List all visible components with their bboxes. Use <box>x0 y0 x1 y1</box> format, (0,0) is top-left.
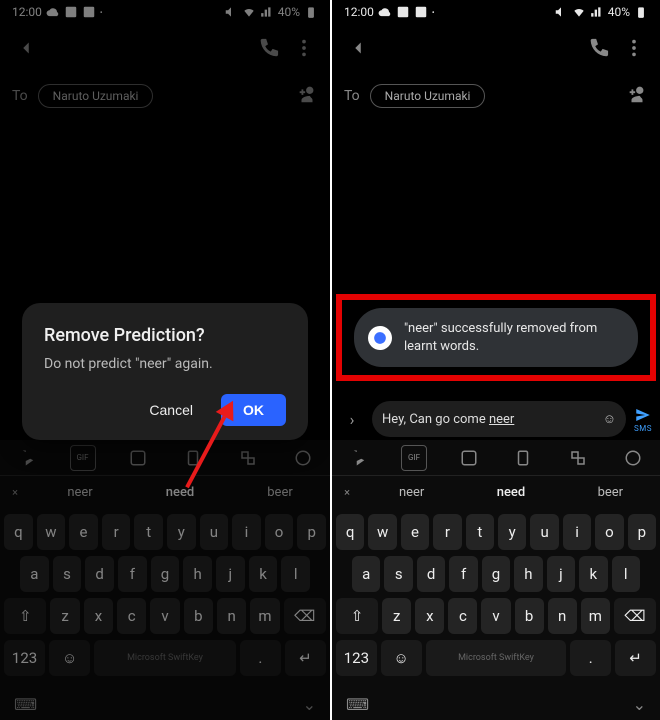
swiftkey-app-icon <box>368 326 392 350</box>
recipient-row: To Naruto Uzumaki <box>332 72 660 120</box>
compose-row: › Hey, Can go come neer ☺ SMS <box>332 398 660 440</box>
send-button[interactable]: SMS <box>634 406 652 433</box>
shift-key[interactable]: ⇧ <box>336 598 378 634</box>
key-e[interactable]: e <box>401 514 429 550</box>
annotation-highlight-box: "neer" successfully removed from learnt … <box>336 294 656 381</box>
cloud-icon <box>378 5 392 19</box>
keyboard-collapse-icon[interactable]: ⌄ <box>633 695 646 714</box>
emoji-key[interactable]: ☺ <box>381 640 422 676</box>
dialog-scrim[interactable]: Remove Prediction? Do not predict "neer"… <box>0 0 330 720</box>
space-key[interactable]: Microsoft SwiftKey <box>426 640 567 676</box>
add-recipient-button[interactable] <box>626 83 648 109</box>
image-icon <box>396 5 410 19</box>
snackbar-toast: "neer" successfully removed from learnt … <box>354 308 638 367</box>
wifi-icon <box>572 5 586 19</box>
call-button[interactable] <box>580 30 616 66</box>
battery-icon <box>634 5 648 19</box>
key-y[interactable]: y <box>498 514 526 550</box>
keyboard-switch-icon[interactable]: ⌨ <box>346 695 369 714</box>
info-button[interactable] <box>620 445 646 471</box>
right-phone-screen: 12:00 • 40% To Naruto Uzumaki "neer" <box>330 0 660 720</box>
key-s[interactable]: s <box>384 556 412 592</box>
emoji-button[interactable]: ☺ <box>603 411 616 427</box>
enter-key[interactable]: ↵ <box>615 640 656 676</box>
suggestion-3[interactable]: beer <box>561 485 660 500</box>
suggestion-2[interactable]: need <box>461 485 560 500</box>
check-icon <box>414 5 428 19</box>
num-key[interactable]: 123 <box>336 640 377 676</box>
ok-button[interactable]: OK <box>221 394 286 426</box>
key-c[interactable]: c <box>448 598 477 634</box>
status-bar: 12:00 • 40% <box>332 0 660 24</box>
key-x[interactable]: x <box>415 598 444 634</box>
translate-button[interactable] <box>565 445 591 471</box>
suggestion-delete[interactable]: × <box>332 486 362 499</box>
key-t[interactable]: t <box>466 514 494 550</box>
key-p[interactable]: p <box>628 514 656 550</box>
cancel-button[interactable]: Cancel <box>139 394 203 426</box>
key-h[interactable]: h <box>514 556 542 592</box>
swiftkey-keyboard: GIF × neer need beer qwertyuiop asdfghjk… <box>332 440 660 720</box>
key-o[interactable]: o <box>595 514 623 550</box>
left-phone-screen: 12:00 • 40% To Naruto Uzumaki GIF <box>0 0 330 720</box>
dot-icon: • <box>432 8 435 17</box>
recipient-chip[interactable]: Naruto Uzumaki <box>370 84 486 108</box>
key-b[interactable]: b <box>515 598 544 634</box>
to-label: To <box>344 88 360 104</box>
clipboard-button[interactable] <box>510 445 536 471</box>
compose-text: Hey, Can go come neer <box>382 412 514 427</box>
key-u[interactable]: u <box>530 514 558 550</box>
key-q[interactable]: q <box>336 514 364 550</box>
key-v[interactable]: v <box>481 598 510 634</box>
key-n[interactable]: n <box>548 598 577 634</box>
period-key[interactable]: . <box>570 640 611 676</box>
remove-prediction-dialog: Remove Prediction? Do not predict "neer"… <box>22 303 308 440</box>
backspace-key[interactable]: ⌫ <box>614 598 656 634</box>
key-w[interactable]: w <box>368 514 396 550</box>
key-i[interactable]: i <box>563 514 591 550</box>
key-m[interactable]: m <box>581 598 610 634</box>
app-header <box>332 24 660 72</box>
key-d[interactable]: d <box>417 556 445 592</box>
key-k[interactable]: k <box>579 556 607 592</box>
suggestion-1[interactable]: neer <box>362 485 461 500</box>
status-time: 12:00 <box>344 5 374 19</box>
keyboard-keys: qwertyuiop asdfghjkl ⇧zxcvbnm⌫ 123 ☺ Mic… <box>332 508 660 688</box>
more-button[interactable] <box>616 30 652 66</box>
key-l[interactable]: l <box>612 556 640 592</box>
snackbar-zone: "neer" successfully removed from learnt … <box>332 290 660 385</box>
back-button[interactable] <box>340 30 376 66</box>
signal-icon <box>590 5 604 19</box>
sticker-button[interactable] <box>456 445 482 471</box>
key-z[interactable]: z <box>382 598 411 634</box>
dialog-message: Do not predict "neer" again. <box>44 356 286 372</box>
mute-icon <box>554 5 568 19</box>
key-j[interactable]: j <box>547 556 575 592</box>
bing-icon[interactable] <box>346 445 372 471</box>
compose-input[interactable]: Hey, Can go come neer ☺ <box>372 401 626 437</box>
dialog-title: Remove Prediction? <box>44 325 286 346</box>
expand-compose-button[interactable]: › <box>340 410 364 429</box>
battery-pct: 40% <box>608 5 630 19</box>
key-a[interactable]: a <box>352 556 380 592</box>
key-g[interactable]: g <box>482 556 510 592</box>
key-r[interactable]: r <box>433 514 461 550</box>
key-f[interactable]: f <box>449 556 477 592</box>
snackbar-text: "neer" successfully removed from learnt … <box>404 320 624 355</box>
gif-button[interactable]: GIF <box>401 445 427 471</box>
